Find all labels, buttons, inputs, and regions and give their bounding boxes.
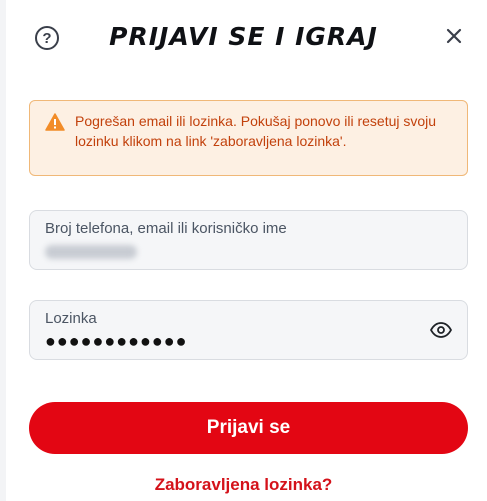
password-field-label: Lozinka [45, 310, 97, 327]
forgot-password-link[interactable]: Zaboravljena lozinka? [0, 475, 487, 495]
password-field[interactable]: Lozinka ●●●●●●●●●●●● [29, 300, 468, 360]
eye-show-password-icon[interactable] [430, 321, 452, 339]
warning-triangle-icon [45, 113, 65, 131]
login-submit-button[interactable]: Prijavi se [29, 402, 468, 454]
username-field-label: Broj telefona, email ili korisničko ime [45, 220, 287, 237]
error-alert: Pogrešan email ili lozinka. Pokušaj pono… [29, 100, 468, 176]
close-x-icon [446, 28, 462, 44]
close-button[interactable] [443, 23, 465, 49]
username-value-redacted [45, 245, 137, 259]
error-alert-message: Pogrešan email ili lozinka. Pokušaj pono… [75, 113, 437, 149]
password-value-masked: ●●●●●●●●●●●● [45, 331, 188, 351]
page-title: PRIJAVI SE I IGRAJ [109, 22, 378, 51]
username-field[interactable]: Broj telefona, email ili korisničko ime [29, 210, 468, 270]
window-edge [0, 0, 6, 501]
